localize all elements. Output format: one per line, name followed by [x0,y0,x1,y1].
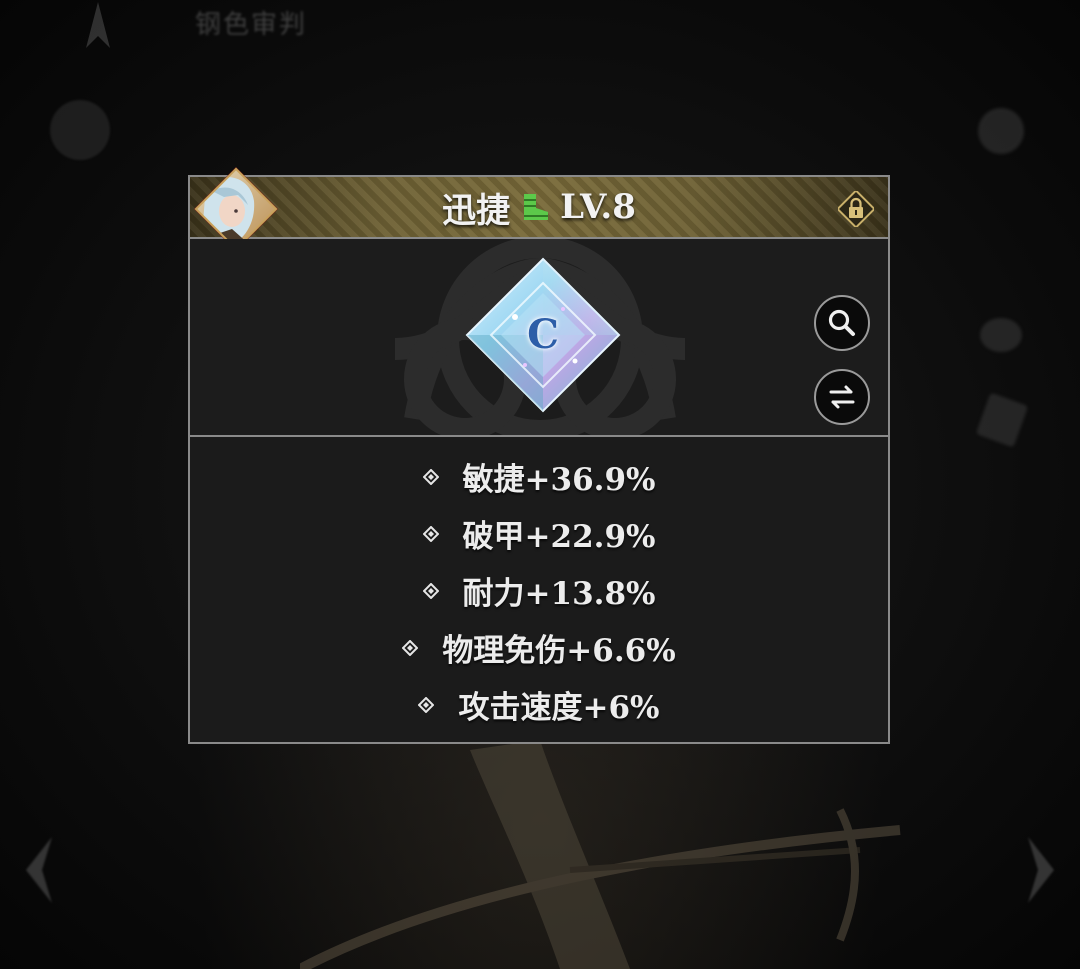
emblem-icon [86,2,110,48]
magnifier-icon [828,309,855,336]
gem-detail-panel: 迅捷 LV.8 C 敏捷+36.9% 破甲+22.9% 耐力+13.8% 物理免… [188,167,890,744]
gem-level: LV.8 [560,187,636,227]
swap-button[interactable] [814,369,870,425]
stat-row: 敏捷+36.9% [190,451,888,501]
next-arrow-icon [1028,837,1054,903]
crossbow-image [300,740,901,969]
stat-row: 耐力+13.8% [190,565,888,615]
stat-text: 敏捷+36.9% [462,461,656,498]
panel-title: 迅捷 LV.8 [190,177,888,237]
boot-icon [524,194,549,220]
stat-row: 破甲+22.9% [190,508,888,558]
swap-arrows-icon [829,385,855,409]
background-round-button [50,100,110,160]
diamond-bullet-icon [402,640,419,656]
stat-text: 破甲+22.9% [462,518,656,555]
stat-text: 耐力+13.8% [462,575,656,612]
lock-icon[interactable] [838,191,874,227]
previous-arrow-icon [26,837,52,903]
panel-header: 迅捷 LV.8 [190,177,888,239]
background-card-icon [975,392,1029,448]
background-ring-icon [980,318,1022,352]
gem-name: 迅捷 [442,190,511,231]
game-screen: 钢色审判 迅捷 LV.8 C 敏捷+36.9% 破甲+22.9% 耐力+13.8… [0,0,1080,969]
diamond-bullet-icon [422,526,439,542]
stat-row: 物理免伤+6.6% [190,622,888,672]
stat-list: 敏捷+36.9% 破甲+22.9% 耐力+13.8% 物理免伤+6.6% 攻击速… [190,439,888,742]
diamond-bullet-icon [422,469,439,485]
stat-row: 攻击速度+6% [190,679,888,729]
stat-text: 攻击速度+6% [458,689,660,726]
gem-grade: C [527,311,559,358]
diamond-bullet-icon [418,697,435,713]
gem-display: C [190,239,888,437]
background-title: 钢色审判 [195,10,308,40]
stat-text: 物理免伤+6.6% [442,632,676,669]
inspect-button[interactable] [814,295,870,351]
diamond-bullet-icon [422,583,439,599]
background-chat-icon [978,108,1024,154]
